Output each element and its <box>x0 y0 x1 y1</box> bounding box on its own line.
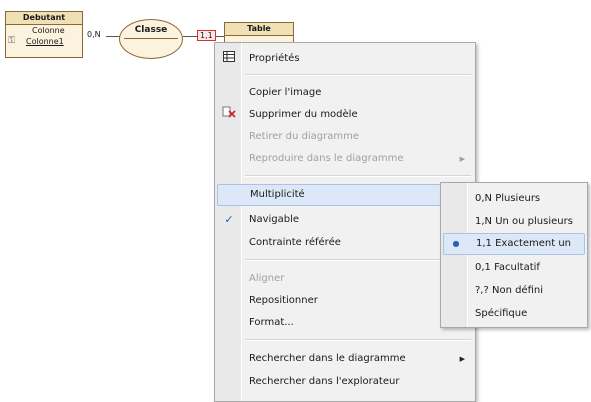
menu-item-label: Contrainte référée <box>249 237 341 248</box>
menu-item-label: Supprimer du modèle <box>249 109 358 120</box>
submenu-item-label: 1,1 Exactement un <box>476 238 572 249</box>
menu-item-label: Navigable <box>249 214 300 225</box>
submenu-item-specifique[interactable]: Spécifique <box>443 303 585 325</box>
association-classe[interactable]: Classe <box>119 19 183 59</box>
menu-item-copier-image[interactable]: Copier l'image <box>217 82 473 104</box>
menu-item-multiplicite[interactable]: Multiplicité ▶ <box>217 184 473 206</box>
menu-item-label: Retirer du diagramme <box>249 131 360 142</box>
connector-line <box>183 36 197 37</box>
submenu-item-label: 0,1 Facultatif <box>475 262 540 273</box>
menu-item-label: Reproduire dans le diagramme <box>249 153 404 164</box>
submenu-item-0n-plusieurs[interactable]: 0,N Plusieurs <box>443 188 585 210</box>
menu-separator <box>245 175 471 177</box>
delete-icon <box>221 104 237 126</box>
menu-item-reproduire-diagramme[interactable]: Reproduire dans le diagramme ▶ <box>217 148 473 170</box>
association-label: Classe <box>134 25 168 35</box>
menu-item-label: Rechercher dans le diagramme <box>249 353 406 364</box>
submenu-item-non-defini[interactable]: ?,? Non défini <box>443 280 585 302</box>
menu-item-supprimer-modele[interactable]: Supprimer du modèle <box>217 104 473 126</box>
menu-item-proprietes[interactable]: Propriétés <box>217 48 473 70</box>
submenu-item-01-facultatif[interactable]: 0,1 Facultatif <box>443 257 585 279</box>
submenu-arrow-icon: ▶ <box>459 155 465 163</box>
table-properties-icon <box>221 48 237 70</box>
cardinality-right-selected[interactable]: 1,1 <box>197 30 216 41</box>
entity-attribute: Colonne <box>32 26 65 35</box>
submenu-arrow-icon: ▶ <box>459 355 465 363</box>
menu-item-label: Repositionner <box>249 295 318 306</box>
menu-separator <box>245 339 471 341</box>
menu-item-aligner[interactable]: Aligner ▶ <box>217 268 473 290</box>
submenu-item-label: 0,N Plusieurs <box>475 193 541 204</box>
cardinality-left[interactable]: 0,N <box>87 30 101 39</box>
menu-separator <box>245 259 471 261</box>
entity-debutant[interactable]: Debutant Colonne ⚿ Colonne1 <box>5 11 83 58</box>
menu-item-label: Format... <box>249 317 294 328</box>
key-icon: ⚿ <box>8 36 15 46</box>
menu-item-rechercher-explorateur[interactable]: Rechercher dans l'explorateur <box>217 371 473 393</box>
submenu-item-label: ?,? Non défini <box>475 285 544 296</box>
submenu-item-label: Spécifique <box>475 308 528 319</box>
association-divider <box>124 38 178 39</box>
menu-item-label: Propriétés <box>249 53 300 64</box>
submenu-item-11-exactement-un[interactable]: ● 1,1 Exactement un <box>443 233 585 255</box>
menu-item-contrainte-referee[interactable]: Contrainte référée ▶ <box>217 232 473 254</box>
menu-item-navigable[interactable]: ✓ Navigable <box>217 209 473 231</box>
check-icon: ✓ <box>224 213 234 226</box>
menu-separator <box>245 74 471 76</box>
menu-item-label: Copier l'image <box>249 87 322 98</box>
entity-table[interactable]: Table <box>224 22 294 42</box>
connector-line <box>216 36 224 37</box>
menu-item-label: Rechercher dans l'explorateur <box>249 376 400 387</box>
menu-item-label: Aligner <box>249 273 285 284</box>
radio-selected-icon: ● <box>452 239 460 248</box>
submenu-item-label: 1,N Un ou plusieurs <box>475 216 573 227</box>
connector-line <box>106 36 120 37</box>
multiplicity-submenu: 0,N Plusieurs 1,N Un ou plusieurs ● 1,1 … <box>440 182 588 328</box>
submenu-item-1n-un-ou-plusieurs[interactable]: 1,N Un ou plusieurs <box>443 211 585 233</box>
menu-item-rechercher-diagramme[interactable]: Rechercher dans le diagramme ▶ <box>217 348 473 370</box>
entity-title: Debutant <box>6 12 82 25</box>
menu-item-format[interactable]: Format... <box>217 312 473 334</box>
entity-key-attribute: ⚿ Colonne1 <box>6 36 82 47</box>
context-menu: Propriétés Copier l'image Supprimer du m… <box>214 42 476 402</box>
entity-title: Table <box>225 23 293 36</box>
menu-item-label: Multiplicité <box>250 189 305 200</box>
menu-item-retirer-diagramme[interactable]: Retirer du diagramme <box>217 126 473 148</box>
entity-key-label: Colonne1 <box>26 37 64 46</box>
menu-item-repositionner[interactable]: Repositionner <box>217 290 473 312</box>
